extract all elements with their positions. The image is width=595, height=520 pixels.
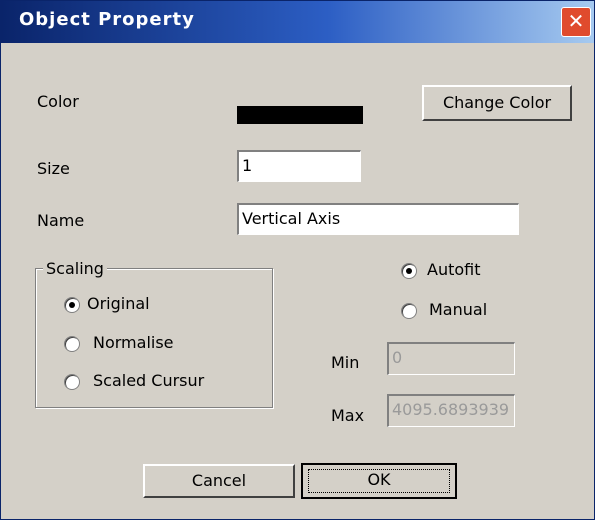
autofit-label[interactable]: Autofit: [427, 260, 481, 279]
max-label: Max: [331, 406, 365, 425]
title-bar[interactable]: Object Property ✕: [1, 1, 594, 43]
original-radio[interactable]: [64, 297, 80, 313]
close-icon: ✕: [567, 9, 585, 33]
scaling-group-label: Scaling: [43, 259, 107, 278]
size-label: Size: [37, 159, 70, 178]
name-input[interactable]: Vertical Axis: [237, 203, 519, 235]
ok-button[interactable]: OK: [301, 463, 457, 499]
dialog-title: Object Property: [19, 9, 195, 30]
color-label: Color: [37, 92, 79, 111]
scaled-cursor-label[interactable]: Scaled Cursur: [93, 371, 204, 390]
autofit-radio[interactable]: [401, 263, 417, 279]
object-property-dialog: Object Property ✕ Color Change Color Siz…: [0, 0, 595, 520]
radio-dot: [406, 268, 412, 274]
original-label[interactable]: Original: [87, 294, 150, 313]
scaled-cursor-radio[interactable]: [64, 374, 80, 390]
close-button[interactable]: ✕: [561, 7, 591, 37]
size-input[interactable]: 1: [237, 150, 361, 182]
min-label: Min: [331, 353, 360, 372]
change-color-button[interactable]: Change Color: [422, 85, 572, 121]
manual-radio[interactable]: [401, 303, 417, 319]
max-input[interactable]: 4095.6893939: [387, 394, 515, 427]
cancel-button[interactable]: Cancel: [143, 464, 295, 498]
color-swatch: [237, 106, 363, 124]
name-label: Name: [37, 211, 85, 230]
normalise-label[interactable]: Normalise: [93, 333, 174, 352]
radio-dot: [69, 302, 75, 308]
focus-rectangle: [308, 469, 450, 493]
min-input[interactable]: 0: [387, 342, 515, 375]
normalise-radio[interactable]: [64, 336, 80, 352]
manual-label[interactable]: Manual: [429, 300, 487, 319]
